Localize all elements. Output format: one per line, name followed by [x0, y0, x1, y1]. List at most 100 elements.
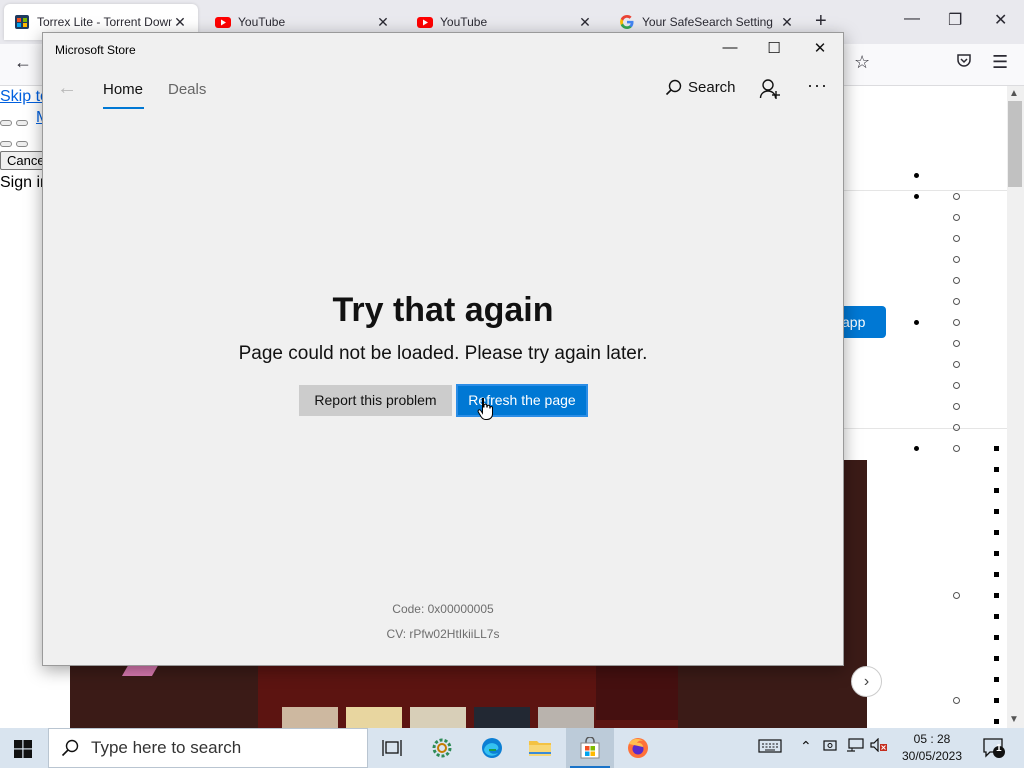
settings-app-button[interactable] — [418, 728, 466, 768]
start-button[interactable] — [14, 740, 32, 763]
page-toggle[interactable] — [16, 120, 28, 126]
google-icon — [620, 15, 634, 29]
list-bullet — [994, 656, 999, 661]
list-bullet — [994, 593, 999, 598]
carousel-next-icon[interactable]: › — [851, 666, 882, 697]
close-icon[interactable]: ✕ — [805, 39, 835, 57]
folder-icon — [529, 741, 551, 756]
notification-center-icon[interactable]: 1 — [982, 737, 1006, 764]
list-bullet — [994, 467, 999, 472]
thumbnail — [474, 707, 530, 728]
scrollbar-thumb[interactable] — [1008, 101, 1022, 187]
taskbar-search-box[interactable]: Type here to search — [48, 728, 368, 768]
tab-title: Torrex Lite - Torrent Downlo — [37, 15, 172, 29]
list-bullet — [914, 194, 919, 199]
active-tab-indicator — [103, 107, 144, 109]
microsoft-store-taskbar-button[interactable] — [566, 728, 614, 768]
windows-taskbar: Type here to search ⌃ 05 : 28 30/05/2023… — [0, 728, 1024, 768]
search-label: Search — [688, 79, 736, 96]
nav-tab-home[interactable]: Home — [103, 81, 143, 98]
error-message: Page could not be loaded. Please try aga… — [238, 343, 648, 364]
list-bullet — [953, 592, 960, 599]
youtube-icon — [417, 17, 433, 28]
list-bullet — [914, 446, 919, 451]
network-icon[interactable] — [846, 738, 864, 755]
close-tab-icon[interactable]: ✕ — [172, 14, 188, 31]
task-view-button[interactable] — [368, 728, 416, 768]
divider — [844, 190, 1007, 191]
page-toggle[interactable] — [0, 120, 12, 126]
list-bullet — [953, 403, 960, 410]
meet-now-icon[interactable] — [823, 738, 837, 755]
windows-logo-icon — [14, 740, 32, 758]
correlation-vector: CV: rPfw02HtIkiiLL7s — [386, 627, 500, 641]
clock-time: 05 : 28 — [913, 732, 951, 746]
bookmark-star-icon[interactable]: ☆ — [854, 52, 870, 73]
store-bag-icon — [580, 737, 600, 759]
back-arrow-icon[interactable]: ← — [57, 77, 77, 100]
list-bullet — [994, 530, 999, 535]
gear-icon — [432, 738, 452, 758]
list-bullet — [953, 361, 960, 368]
close-tab-icon[interactable]: ✕ — [577, 14, 593, 31]
file-explorer-button[interactable] — [516, 728, 564, 768]
scroll-down-icon[interactable]: ▼ — [1009, 714, 1019, 725]
thumbnail — [282, 707, 338, 728]
browser-restore-icon[interactable]: ❐ — [948, 10, 962, 30]
divider — [844, 428, 1007, 429]
nav-tab-deals[interactable]: Deals — [168, 81, 206, 98]
page-toggle[interactable] — [16, 141, 28, 147]
search-button[interactable]: Search — [665, 79, 736, 96]
page-toggle[interactable] — [0, 141, 12, 147]
taskbar-clock[interactable]: 05 : 28 30/05/2023 — [892, 731, 972, 765]
maximize-icon[interactable]: ☐ — [759, 39, 789, 57]
browser-minimize-icon[interactable]: — — [904, 10, 920, 28]
back-arrow-icon[interactable]: ← — [14, 52, 32, 73]
account-icon[interactable] — [759, 78, 781, 105]
window-title: Microsoft Store — [55, 43, 136, 57]
list-bullet — [953, 235, 960, 242]
get-app-button[interactable]: app — [838, 306, 886, 338]
task-view-icon — [382, 740, 402, 756]
list-bullet — [994, 677, 999, 682]
list-bullet — [994, 698, 999, 703]
clock-date: 30/05/2023 — [901, 749, 963, 763]
keyboard-icon[interactable] — [758, 738, 782, 757]
new-tab-button[interactable]: + — [815, 10, 827, 33]
close-tab-icon[interactable]: ✕ — [779, 14, 795, 31]
edge-app-button[interactable] — [468, 728, 516, 768]
list-bullet — [994, 446, 999, 451]
more-options-icon[interactable]: ··· — [807, 75, 828, 96]
volume-muted-icon[interactable] — [870, 737, 888, 755]
store-favicon-icon — [15, 15, 29, 29]
error-code: Code: 0x00000005 — [392, 602, 494, 616]
list-bullet — [994, 719, 999, 724]
scroll-up-icon[interactable]: ▲ — [1009, 88, 1019, 99]
list-bullet — [953, 382, 960, 389]
list-bullet — [953, 319, 960, 326]
thumbnail — [538, 707, 594, 728]
show-hidden-icons-chevron-icon[interactable]: ⌃ — [800, 738, 812, 755]
refresh-page-button[interactable]: Refresh the page — [456, 384, 588, 417]
report-problem-button[interactable]: Report this problem — [299, 385, 452, 416]
youtube-icon — [215, 17, 231, 28]
minimize-icon[interactable]: — — [715, 39, 745, 56]
firefox-icon — [628, 738, 648, 758]
menu-hamburger-icon[interactable]: ☰ — [992, 52, 1008, 73]
list-bullet — [953, 298, 960, 305]
list-bullet — [953, 277, 960, 284]
thumbnail — [346, 707, 402, 728]
tab-title: YouTube — [440, 15, 488, 29]
firefox-app-button[interactable] — [614, 728, 662, 768]
list-bullet — [953, 424, 960, 431]
list-bullet — [994, 551, 999, 556]
list-bullet — [994, 635, 999, 640]
list-bullet — [953, 214, 960, 221]
pocket-icon[interactable] — [956, 52, 972, 73]
edge-icon — [482, 738, 502, 758]
list-bullet — [994, 488, 999, 493]
browser-close-icon[interactable]: ✕ — [994, 10, 1007, 30]
list-bullet — [953, 445, 960, 452]
tab-title: YouTube — [238, 15, 286, 29]
close-tab-icon[interactable]: ✕ — [375, 14, 391, 31]
